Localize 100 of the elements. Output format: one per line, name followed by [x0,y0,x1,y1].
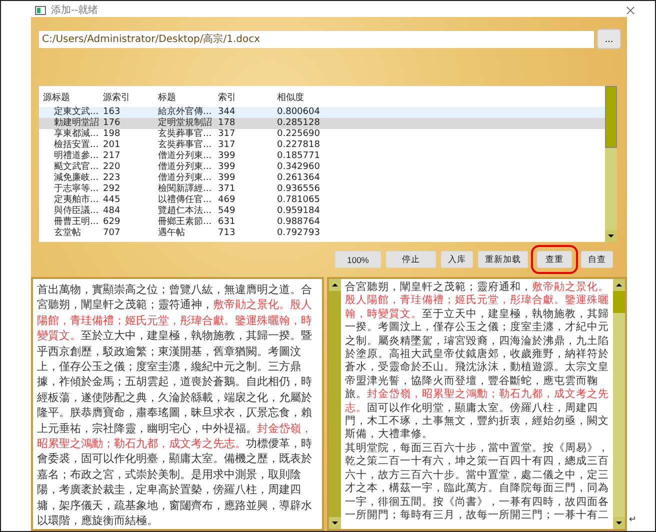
table-row[interactable]: 勅建明堂詔 176 定明堂規制詔 178 0.285128 [39,118,605,129]
scroll-up-icon[interactable] [329,279,341,291]
table-cell-text: 178 [218,118,236,129]
table-cell-text: 399 [218,151,236,162]
table-cell-text: 明禮道參... [53,151,100,162]
table-cell-text: 0.342960 [277,162,321,173]
scroll-down-icon[interactable] [613,516,625,528]
table-cell-text: 631 [218,217,236,228]
app-icon [35,6,46,14]
table-cell-text: 玄奘葬事官... [158,129,213,140]
table-cell-text: 445 [103,195,122,206]
table-cell-text: 0.185771 [277,151,321,162]
table-cell-text: 定東文武... [53,107,100,118]
scroll-up-icon[interactable] [613,279,625,291]
table-row[interactable]: 減免廉岐... 223 僧道分列東... 399 0.261364 [39,173,605,184]
table-cell-text: 0.792793 [277,228,321,239]
table-row[interactable]: 定東文武... 163 給京外官傳... 344 0.800604 [39,107,605,118]
column-header[interactable]: 索引 [218,90,277,104]
table-cell-text: 玄奘葬事官... [158,140,213,150]
table-cell-text: 713 [218,228,236,239]
table-cell-text: 享東都減... [53,129,100,140]
table-cell-text: 與侍臣議... [53,206,100,216]
table-cell-text: 僧道分列東... [158,173,213,184]
table-cell-text: 176 [103,118,122,129]
table-cell-text: 給京外官傳... [158,107,213,118]
table-cell-text: 颳文武官... [53,162,100,172]
text-paragraph: 合宮聽朔，闡皇軒之茂範；靈府通和，敷帝勛之景化。殷人陽館，青珪備禮；姬氏元堂，彤瑋合獻。鑒運殊曬翰，時變質文。至于立天中，建皇極，執物施教，其歸一揆。考圖汶上，僅存公玉之儀；度室圭瀍，才紀中元之制。屬炎精墜駕，璿宮毀裔，四海淪於沸鼎，九土陷於塗原。高祖大武皇帝仗鉞唐郊，收歲雍野，納祥符於蒼水，受靈命於丕山。飛沈泳沫，動植遊源。太宗文皇帝盟津光誓，協降火而登壇，豐谷斷蛇，應屯雲而鞠旅。封金岱嶺，昭累聖之鴻勳；勒石九都，成文考之先志。固可以作化明堂，顯庸太室。傍羅八柱，周建四門，木工不琢，土事無文，豐約折衷，經始勿亟，闕文斯備，大禮聿修。 [345,281,610,442]
table-cell-text: 覽趙仁本法... [158,206,213,216]
path-field[interactable]: C:/Users/Administrator/Desktop/高宗/1.docx [39,30,594,48]
table-cell-text: 201 [103,140,122,151]
table-cell-text: 減免廉岐... [53,173,100,184]
window-title: 添加--就绪 [51,4,98,17]
table-cell-text: 冊鄉王素節... [158,217,213,228]
table-row[interactable]: 定夷舶市... 445 以禮傳任官... 469 0.781065 [39,195,605,206]
table-cell-text: 707 [103,228,122,239]
table-row[interactable]: 明禮道參... 217 僧道分列東... 399 0.185771 [39,151,605,162]
close-icon[interactable] [626,6,635,14]
table-row[interactable]: 颳文武官... 220 僧道分列東... 399 0.342960 [39,162,605,173]
table-cell-text: 317 [218,140,236,151]
table-cell-text: 549 [218,206,236,217]
table-cell-text: 198 [103,129,122,140]
table-cell-text: 0.800604 [277,107,321,118]
table-cell-text: 0.261364 [277,173,321,184]
scroll-thumb[interactable] [613,291,625,313]
table-cell-text: 定明堂規制詔 [158,118,213,128]
table-cell-text: 檢閱新譯經... [158,184,213,194]
table-cell-text: 0.227818 [277,140,321,151]
scroll-down-icon[interactable] [329,516,341,528]
table-cell-text: 玄堂帖 [53,228,82,239]
table-cell-text: 399 [218,173,236,184]
table-cell-text: 292 [103,184,122,195]
table-row[interactable]: 冊曹王明... 629 冊鄉王素節... 631 0.988764 [39,217,605,228]
action-button[interactable]: 100% [335,251,381,268]
table-cell-text: 317 [218,129,236,140]
table-row[interactable]: 檢括安置... 201 玄奘葬事官... 317 0.227818 [39,140,605,151]
table-cell-text: 勅建明堂詔 [53,118,100,128]
table-row[interactable]: 享東都減... 198 玄奘葬事官... 317 0.225690 [39,129,605,140]
table-cell-text: 484 [103,206,122,217]
action-button[interactable]: 重新加载 [478,251,528,268]
table-cell-text: 遇午帖 [158,228,186,239]
table-cell-text: 629 [103,217,122,228]
scroll-thumb[interactable] [605,86,617,148]
scrollbar[interactable] [613,279,625,528]
table-cell-text: 定夷舶市... [53,195,100,206]
paragraph-mark: ↵ [629,515,637,525]
table-cell-text: 0.988764 [277,217,321,228]
text-paragraph: 其明堂院，每面三百六十步，當中置堂。按《周易》，乾之策二百一十有六，坤之策一百四十有四，總成三百六十，故方三百六十步。當中置堂，處二儀之中，定三才之本，構茲一宇，臨此萬方。自降院每面三門，同為一宇，徘徊五間。按《尚書》，一朞有四時，故四面各一所開門；每時有三月，故每一所開三門；一朞十有二 [345,442,610,522]
column-header[interactable]: 标题 [158,90,218,104]
table-cell-text: 0.959184 [277,206,321,217]
table-cell-text: 223 [103,173,122,184]
column-header[interactable]: 相似度 [277,90,605,104]
column-header[interactable]: 源标题 [41,90,103,104]
table-cell-text: 469 [218,195,236,206]
scroll-down-icon[interactable] [605,230,617,242]
text-paragraph: 首出萬物，實顯崇高之位；曾覽八紘，無違膺明之道。合宮聽朔，闡皇軒之茂範；靈符通神，敷帝勛之景化。殷人陽館，青珪備禮；姬氏元堂，彤瑋合獻。鑒運殊曬翰，時變質文。至於立大中，建皇極，執物施教，其歸一揆。暨乎西京創歷，駁政逾繁；東漢開基，舊章猶闕。考圖汶上，僅存公玉之儀；度室圭瀍，纔紀中元之制。三方鼎據，祚傾於金馬；五胡雲起，道喪於蒼鵝。自此相仍，時經板蕩，遂使陟配之典，久淪於緜載，端扆之化，允屬於隆平。朕恭膺寶命，肅奉瑤圖，昧旦求衣，仄景忘食，賴上元垂祐，宗社降靈，幽明宅心，中外禔福。封金岱嶺，昭累聖之鴻勳；勒石九都，成文考之先志。功標僾革，時會委裘，固可以作化明臺，顯庸太室。備機之歷，既表於嘉名；布政之宮，式崇於美制。是用求中測景，取則陰陽，考廣袤於裁圭，定卑高於置槷，傍羅八柱，周建四墉，架序儀天，疏基象地，窗闥齊布，應路並興，導辟水以環階，應旋衡而結極。 [37,282,313,528]
table-cell-text: 220 [103,162,122,173]
table-cell-text: 163 [103,107,122,118]
action-button[interactable]: 入库 [441,251,473,268]
table-cell-text: 以禮傳任官... [158,195,213,206]
action-button[interactable]: 自查 [581,251,613,268]
table-row[interactable]: 與侍臣議... 484 覽趙仁本法... 549 0.959184 [39,206,605,217]
table-cell-text: 0.285128 [277,118,321,129]
table-cell-text: 0.225690 [277,129,321,140]
action-button[interactable]: 停止 [386,251,436,268]
table-cell-text: 217 [103,151,122,162]
scrollbar[interactable] [605,86,617,242]
browse-button[interactable]: ... [597,29,621,49]
table-cell-text: 僧道分列東... [158,151,213,162]
table-cell-text: 0.936556 [277,184,321,195]
table-cell-text: 399 [218,162,236,173]
column-header[interactable]: 源索引 [103,90,158,104]
table-cell-text: 344 [218,107,236,118]
table-cell-text: 371 [218,184,236,195]
table-cell-text: 檢括安置... [53,140,100,150]
table-cell-text: 冊曹王明... [53,217,100,228]
table-row[interactable]: 于志寧等... 292 檢閱新譯經... 371 0.936556 [39,184,605,195]
table-cell-text: 0.781065 [277,195,321,206]
table-cell-text: 于志寧等... [53,184,100,194]
table-row[interactable]: 玄堂帖 707 遇午帖 713 0.792793 [39,228,605,239]
table-cell-text: 僧道分列東... [158,162,213,172]
